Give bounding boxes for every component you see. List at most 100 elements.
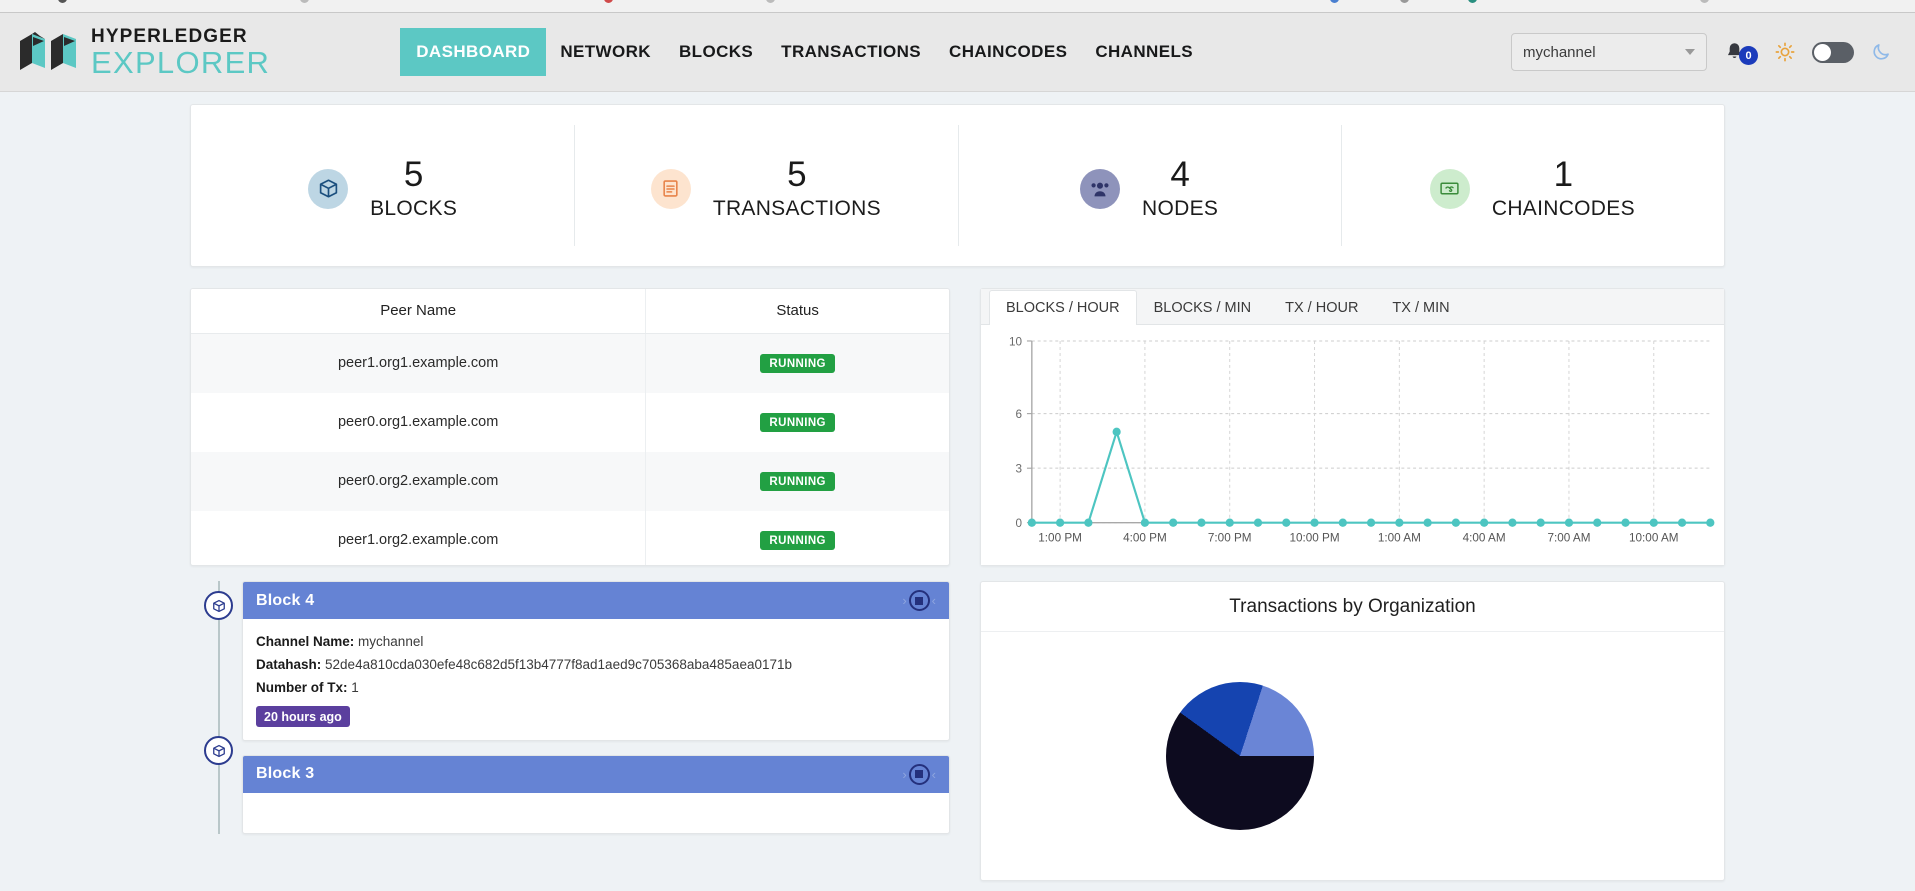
- chrome-artifact: [1400, 0, 1409, 3]
- channel-select-value: mychannel: [1523, 43, 1596, 61]
- table-row[interactable]: peer1.org2.example.com RUNNING: [191, 510, 949, 565]
- metric-transactions-label: TRANSACTIONS: [712, 197, 881, 221]
- chrome-artifact: [300, 0, 309, 3]
- table-row[interactable]: peer0.org2.example.com RUNNING: [191, 451, 949, 511]
- chrome-artifact: [1700, 0, 1709, 3]
- brand-line-2: EXPLORER: [91, 44, 271, 80]
- document-icon: [650, 168, 691, 209]
- block-channel-label: Channel Name:: [256, 634, 355, 649]
- status-badge: RUNNING: [760, 471, 835, 491]
- table-row[interactable]: peer0.org1.example.com RUNNING: [191, 392, 949, 452]
- svg-text:6: 6: [1016, 407, 1023, 421]
- pie-chart-title: Transactions by Organization: [981, 582, 1724, 632]
- moon-icon[interactable]: [1871, 42, 1891, 62]
- chart-tab-bar: BLOCKS / HOUR BLOCKS / MIN TX / HOUR TX …: [981, 289, 1724, 326]
- chrome-artifact: [1468, 0, 1477, 3]
- metric-chaincodes-value: 1: [1553, 154, 1574, 194]
- notification-badge: 0: [1739, 46, 1758, 65]
- table-row[interactable]: peer1.org1.example.com RUNNING: [191, 333, 949, 393]
- svg-text:3: 3: [1016, 462, 1023, 476]
- block-timestamp-badge: 20 hours ago: [256, 705, 350, 727]
- theme-toggle[interactable]: [1812, 41, 1854, 63]
- peer-status-cell: RUNNING: [645, 333, 949, 393]
- block-card[interactable]: Block 3 › ‹: [242, 754, 950, 834]
- nav-item-transactions[interactable]: TRANSACTIONS: [767, 30, 935, 74]
- dashboard-columns: Peer Name Status peer1.org1.example.com …: [190, 288, 1725, 881]
- sun-icon[interactable]: [1775, 42, 1795, 62]
- svg-text:10:00 AM: 10:00 AM: [1629, 531, 1679, 545]
- column-header-peer-name: Peer Name: [191, 289, 647, 334]
- timeline-node-icon: [204, 736, 233, 765]
- metric-chaincodes-label: CHAINCODES: [1491, 197, 1635, 221]
- nav-item-channels[interactable]: CHANNELS: [1081, 30, 1207, 74]
- brand-logo[interactable]: HYPERLEDGER EXPLORER: [18, 27, 270, 78]
- metric-chaincodes[interactable]: 1 CHAINCODES: [1340, 105, 1724, 266]
- peer-name-cell: peer1.org2.example.com: [191, 510, 647, 565]
- nav-item-network[interactable]: NETWORK: [546, 30, 665, 74]
- block-datahash-row: Datahash: 52de4a810cda030efe48c682d5f13b…: [256, 653, 936, 676]
- svg-text:4:00 PM: 4:00 PM: [1123, 531, 1167, 545]
- block-title: Block 3: [256, 765, 315, 783]
- block-tx-label: Number of Tx:: [256, 680, 348, 696]
- browser-chrome-sliver: [0, 0, 1915, 13]
- timeline-node-icon: [204, 591, 233, 620]
- blocks-timeline: Block 4 › ‹ Channel Name: mychannel Data…: [190, 581, 950, 834]
- chevron-right-icon: ›: [902, 593, 907, 608]
- svg-text:1:00 AM: 1:00 AM: [1378, 531, 1421, 545]
- tab-blocks-per-hour[interactable]: BLOCKS / HOUR: [989, 290, 1137, 326]
- metric-blocks[interactable]: 5 BLOCKS: [191, 105, 574, 266]
- block-card-controls: › ‹: [902, 590, 936, 611]
- nav-item-chaincodes[interactable]: CHAINCODES: [935, 30, 1081, 74]
- brand-line-1: HYPERLEDGER: [91, 25, 248, 47]
- block-datahash-label: Datahash:: [256, 657, 322, 673]
- blocks-chart-card: BLOCKS / HOUR BLOCKS / MIN TX / HOUR TX …: [980, 288, 1725, 566]
- block-card-header[interactable]: Block 4 › ‹: [243, 582, 949, 619]
- metric-blocks-value: 5: [403, 154, 424, 194]
- svg-text:0: 0: [1016, 516, 1023, 530]
- block-card[interactable]: Block 4 › ‹ Channel Name: mychannel Data…: [242, 581, 950, 741]
- svg-text:10:00 PM: 10:00 PM: [1289, 531, 1339, 545]
- chevron-right-icon: ›: [902, 766, 907, 782]
- svg-text:7:00 PM: 7:00 PM: [1208, 531, 1252, 545]
- chrome-artifact: [766, 0, 775, 3]
- line-chart-svg: 0 3 6 10 1:00 PM 4:00 PM 7:00 PM 10:00 PM 1:00 A…: [1009, 335, 1715, 545]
- theme-toggle-knob: [1814, 43, 1831, 61]
- metric-blocks-label: BLOCKS: [370, 197, 458, 221]
- block-tx-value: 1: [351, 680, 359, 696]
- channel-select[interactable]: mychannel: [1511, 33, 1707, 71]
- block-tx-row: Number of Tx: 1: [256, 676, 936, 699]
- status-badge: RUNNING: [760, 353, 835, 373]
- peers-table: Peer Name Status peer1.org1.example.com …: [191, 289, 949, 565]
- metric-nodes-label: NODES: [1142, 197, 1219, 221]
- cube-icon: [308, 168, 349, 209]
- tab-blocks-per-min[interactable]: BLOCKS / MIN: [1137, 290, 1269, 324]
- table-header-row: Peer Name Status: [191, 289, 949, 334]
- hyperledger-logo-icon: [18, 29, 78, 75]
- nav-item-dashboard[interactable]: DASHBOARD: [400, 28, 547, 76]
- block-channel-value: mychannel: [358, 634, 424, 649]
- metric-nodes-value: 4: [1170, 154, 1190, 194]
- status-badge: RUNNING: [760, 530, 835, 550]
- chrome-artifact: [604, 0, 613, 3]
- transactions-by-org-card: Transactions by Organization: [980, 581, 1725, 881]
- block-card-body: [243, 793, 949, 833]
- tab-tx-per-hour[interactable]: TX / HOUR: [1268, 290, 1375, 324]
- metric-transactions[interactable]: 5 TRANSACTIONS: [574, 105, 957, 266]
- chevron-left-icon: ‹: [931, 593, 936, 608]
- stop-button[interactable]: [908, 763, 930, 785]
- tab-tx-per-min[interactable]: TX / MIN: [1375, 290, 1466, 324]
- notifications-button[interactable]: 0: [1724, 39, 1758, 65]
- block-card-header[interactable]: Block 3 › ‹: [243, 755, 949, 793]
- main-navigation: DASHBOARD NETWORK BLOCKS TRANSACTIONS CH…: [400, 28, 1207, 76]
- peer-name-cell: peer0.org2.example.com: [191, 451, 647, 511]
- block-title: Block 4: [256, 591, 315, 609]
- chevron-left-icon: ‹: [931, 766, 936, 782]
- stop-button[interactable]: [908, 590, 930, 611]
- pie-chart[interactable]: [1166, 682, 1314, 830]
- block-card-body: Channel Name: mychannel Datahash: 52de4a…: [243, 619, 949, 740]
- block-datahash-value: 52de4a810cda030efe48c682d5f13b4777f8ad1a…: [325, 657, 793, 673]
- svg-text:10: 10: [1009, 335, 1022, 349]
- metric-nodes[interactable]: 4 NODES: [957, 105, 1341, 266]
- metrics-summary-card: 5 BLOCKS 5 TRANSACTIONS 4 NODES 1 CHAINC…: [190, 104, 1725, 267]
- nav-item-blocks[interactable]: BLOCKS: [665, 30, 767, 74]
